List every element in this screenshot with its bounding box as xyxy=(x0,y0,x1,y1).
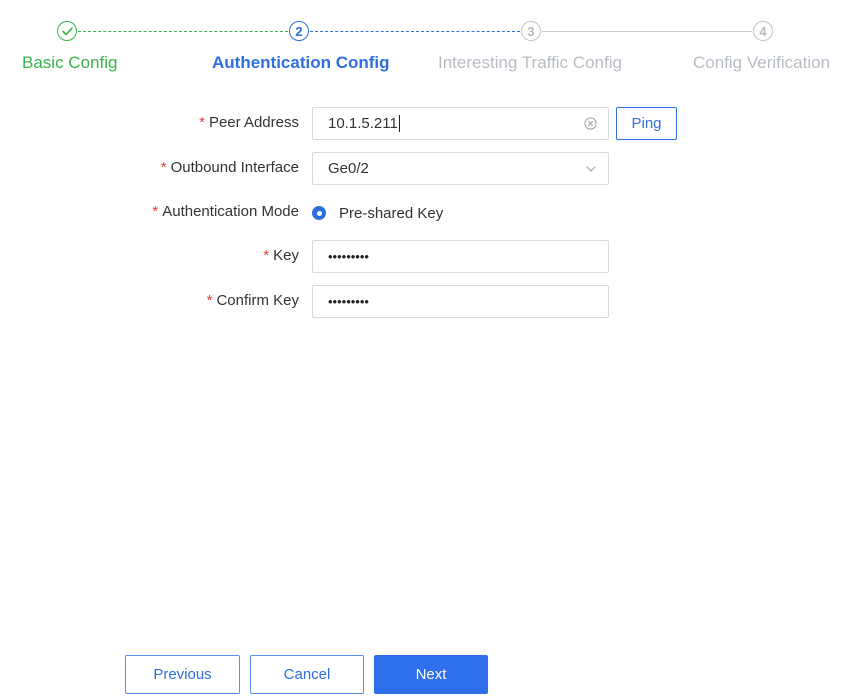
step-2-title: Authentication Config xyxy=(212,53,390,72)
outbound-interface-select[interactable]: Ge0/2 xyxy=(312,152,609,185)
key-masked-value: ••••••••• xyxy=(328,249,369,264)
step-2-indicator: 2 xyxy=(289,21,309,41)
required-mark: * xyxy=(160,159,167,176)
required-mark: * xyxy=(199,114,205,131)
outbound-interface-label: * Outbound Interface xyxy=(161,159,299,176)
step-3-title: Interesting Traffic Config xyxy=(438,53,622,72)
step-connector-1 xyxy=(78,31,288,32)
peer-address-label: * Peer Address xyxy=(199,114,299,131)
step-1-title: Basic Config xyxy=(22,53,118,72)
ping-button[interactable]: Ping xyxy=(616,107,677,140)
required-mark: * xyxy=(206,292,213,309)
confirm-key-masked-value: ••••••••• xyxy=(328,294,369,309)
step-3-number: 3 xyxy=(527,23,535,39)
outbound-interface-value: Ge0/2 xyxy=(328,160,369,177)
previous-button[interactable]: Previous xyxy=(125,655,240,694)
step-1-indicator xyxy=(57,21,77,41)
chevron-down-icon xyxy=(586,166,596,172)
step-4-indicator: 4 xyxy=(753,21,773,41)
confirm-key-input[interactable]: ••••••••• xyxy=(312,285,609,318)
authentication-mode-label-text: Authentication Mode xyxy=(162,203,299,220)
required-mark: * xyxy=(152,203,159,220)
confirm-key-label: * Confirm Key xyxy=(207,292,299,309)
outbound-interface-label-text: Outbound Interface xyxy=(170,159,299,176)
peer-address-label-text: Peer Address xyxy=(208,114,299,131)
key-input[interactable]: ••••••••• xyxy=(312,240,609,273)
next-button[interactable]: Next xyxy=(374,655,488,694)
step-connector-2 xyxy=(310,31,520,32)
step-4-title: Config Verification xyxy=(693,53,831,72)
pre-shared-key-label: Pre-shared Key xyxy=(339,204,444,222)
peer-address-input[interactable]: 10.1.5.211 xyxy=(312,107,609,140)
step-connector-3 xyxy=(542,31,752,32)
cancel-button[interactable]: Cancel xyxy=(250,655,364,694)
close-circle-icon[interactable] xyxy=(584,117,597,130)
step-3-indicator: 3 xyxy=(521,21,541,41)
key-label-text: Key xyxy=(273,247,299,264)
confirm-key-label-text: Confirm Key xyxy=(216,292,299,309)
text-cursor xyxy=(398,115,400,132)
required-mark: * xyxy=(263,247,270,264)
pre-shared-key-radio[interactable]: Pre-shared Key xyxy=(312,202,443,224)
step-4-number: 4 xyxy=(759,23,767,39)
step-2-number: 2 xyxy=(295,23,303,39)
check-icon xyxy=(61,26,73,35)
authentication-mode-label: * Authentication Mode xyxy=(152,203,299,220)
peer-address-value: 10.1.5.211 xyxy=(328,115,398,132)
radio-selected-icon[interactable] xyxy=(312,206,326,220)
wizard-page: 2 3 4 Basic Config Authentication Config… xyxy=(0,0,863,700)
key-label: * Key xyxy=(263,247,299,264)
